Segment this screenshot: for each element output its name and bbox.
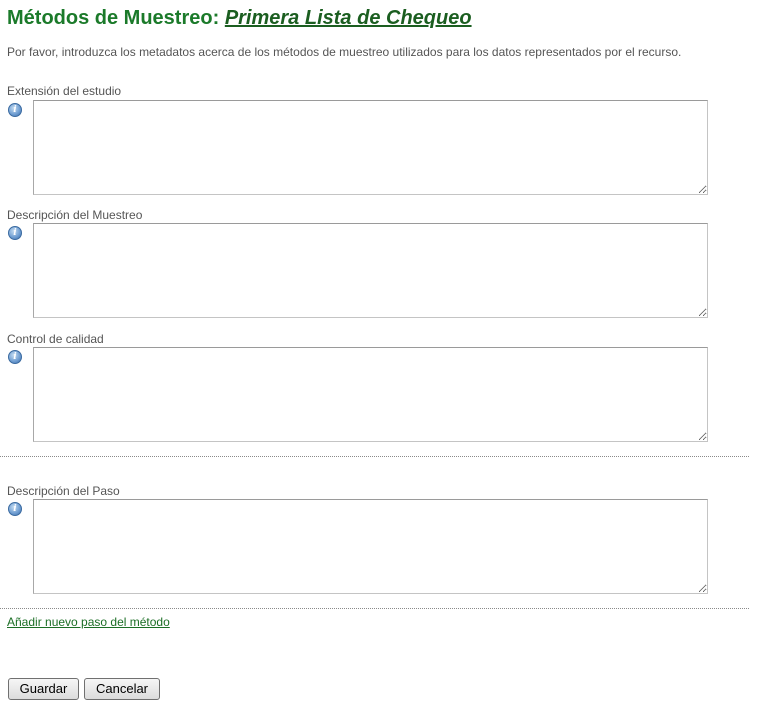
add-method-step-link[interactable]: Añadir nuevo paso del método bbox=[7, 615, 170, 629]
info-icon[interactable]: i bbox=[8, 226, 22, 240]
info-icon[interactable]: i bbox=[8, 350, 22, 364]
field-label-sampling-description: Descripción del Muestreo bbox=[7, 208, 143, 222]
section-divider bbox=[0, 456, 749, 457]
page-title-prefix: Métodos de Muestreo: bbox=[7, 7, 220, 29]
field-label-step-description: Descripción del Paso bbox=[7, 484, 120, 498]
step-description-textarea[interactable] bbox=[33, 499, 708, 594]
study-extent-textarea[interactable] bbox=[33, 100, 708, 195]
info-icon[interactable]: i bbox=[8, 103, 22, 117]
resource-title-link[interactable]: Primera Lista de Chequeo bbox=[225, 7, 472, 29]
sampling-description-textarea[interactable] bbox=[33, 223, 708, 318]
info-icon[interactable]: i bbox=[8, 502, 22, 516]
section-divider bbox=[0, 608, 749, 609]
quality-control-textarea[interactable] bbox=[33, 347, 708, 442]
cancel-button[interactable]: Cancelar bbox=[84, 678, 160, 700]
field-label-quality-control: Control de calidad bbox=[7, 332, 104, 346]
page-title: Métodos de Muestreo: Primera Lista de Ch… bbox=[7, 7, 472, 30]
save-button[interactable]: Guardar bbox=[8, 678, 79, 700]
field-label-study-extent: Extensión del estudio bbox=[7, 84, 122, 98]
intro-text: Por favor, introduzca los metadatos acer… bbox=[7, 45, 682, 59]
